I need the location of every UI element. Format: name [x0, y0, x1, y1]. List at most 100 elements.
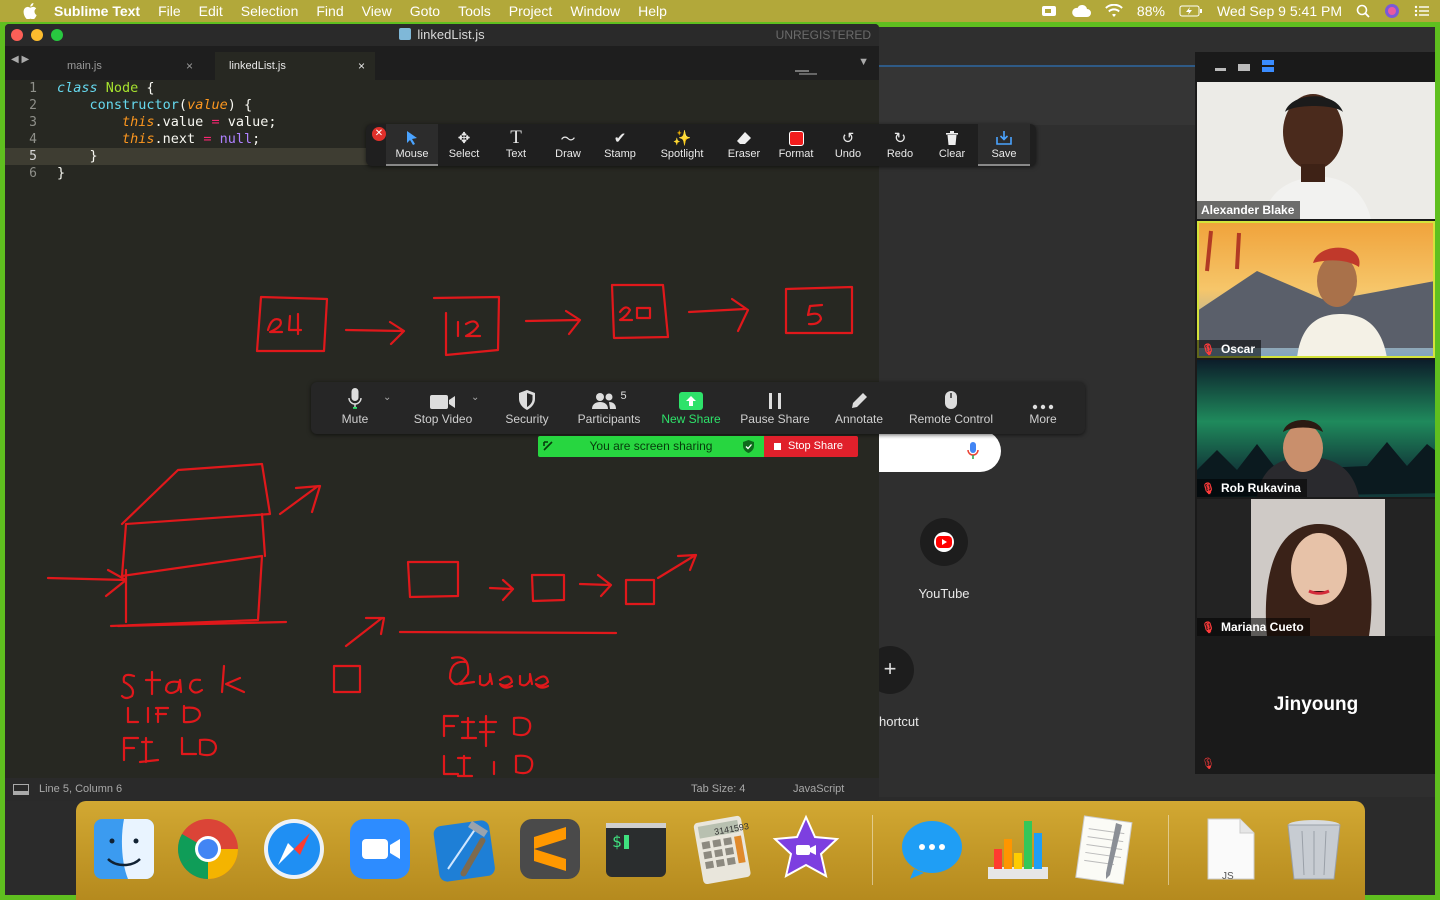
redo-icon: ↻	[893, 130, 907, 147]
battery-charging-icon[interactable]	[1179, 5, 1203, 17]
wifi-icon[interactable]	[1105, 4, 1123, 18]
code-editor[interactable]: class Node { constructor(value) { this.v…	[57, 80, 277, 182]
video-tile-alexander[interactable]: Alexander Blake	[1197, 82, 1435, 219]
tab-close-icon[interactable]: ×	[358, 52, 365, 80]
menu-clock[interactable]: Wed Sep 9 5:41 PM	[1217, 3, 1342, 19]
stop-share-button[interactable]: Stop Share	[764, 436, 858, 457]
imovie-icon[interactable]	[770, 813, 842, 885]
safari-icon[interactable]	[258, 813, 330, 885]
messages-icon[interactable]	[896, 813, 968, 885]
more-label: More	[1029, 412, 1057, 426]
terminal-icon[interactable]: $	[600, 813, 672, 885]
tool-text[interactable]: T Text	[490, 124, 542, 166]
new-share-button[interactable]: New Share	[657, 382, 725, 434]
tool-undo[interactable]: ↺ Undo	[822, 124, 874, 166]
sharing-status-pill[interactable]: You are screen sharing	[538, 436, 764, 457]
tool-format[interactable]: Format	[770, 124, 822, 166]
dock-separator	[872, 815, 873, 885]
annotate-label: Annotate	[834, 412, 884, 426]
undo-icon: ↺	[841, 130, 855, 147]
sublime-text-app-icon[interactable]	[514, 813, 586, 885]
calculator-icon[interactable]: 3141593	[686, 813, 758, 885]
video-tile-oscar[interactable]: 🎙︎ Oscar	[1197, 221, 1435, 358]
textedit-icon[interactable]	[1068, 813, 1140, 885]
stop-video-button[interactable]: Stop Video	[407, 382, 479, 434]
gallery-view-icon[interactable]	[1262, 60, 1274, 72]
apple-icon[interactable]	[20, 0, 40, 22]
trash-icon[interactable]	[1278, 813, 1350, 885]
finder-icon[interactable]	[88, 813, 160, 885]
tool-redo[interactable]: ↻ Redo	[874, 124, 926, 166]
stop-share-label: Stop Share	[788, 440, 844, 452]
video-tile-mariana[interactable]: 🎙︎ Mariana Cueto	[1197, 499, 1435, 636]
menu-window[interactable]: Window	[570, 0, 620, 22]
youtube-shortcut-tile[interactable]	[920, 518, 968, 566]
menu-find[interactable]: Find	[316, 0, 343, 22]
mute-button[interactable]: Mute	[325, 382, 385, 434]
speaker-view-icon[interactable]	[1238, 64, 1250, 71]
tool-save[interactable]: Save	[978, 124, 1030, 166]
notification-center-icon[interactable]	[1414, 5, 1430, 17]
chevron-up-icon[interactable]: ⌄	[383, 392, 391, 403]
chevron-up-icon[interactable]: ⌄	[471, 392, 479, 403]
tab-linkedlist-js[interactable]: linkedList.js ×	[215, 52, 375, 80]
tool-mouse[interactable]: Mouse	[386, 124, 438, 166]
pause-share-button[interactable]: Pause Share	[737, 382, 813, 434]
tool-spotlight[interactable]: ✨ Spotlight	[650, 124, 714, 166]
drag-handle-icon[interactable]	[542, 440, 554, 452]
tab-size-setting[interactable]: Tab Size: 4	[691, 778, 745, 801]
chrome-icon[interactable]	[172, 813, 244, 885]
tool-select[interactable]: ✥ Select	[438, 124, 490, 166]
security-button[interactable]: Security	[497, 382, 557, 434]
menu-tools[interactable]: Tools	[458, 0, 491, 22]
numbers-icon[interactable]	[982, 813, 1054, 885]
participant-name: Mariana Cueto	[1220, 620, 1304, 634]
spotlight-search-icon[interactable]	[1356, 4, 1370, 18]
remote-control-label: Remote Control	[908, 412, 994, 426]
menu-selection[interactable]: Selection	[241, 0, 299, 22]
js-file-icon[interactable]: JS	[1194, 813, 1266, 885]
macos-dock: $ 3141593 JS	[76, 801, 1365, 900]
menu-app-name[interactable]: Sublime Text	[54, 0, 140, 22]
add-shortcut-label[interactable]: hortcut	[879, 714, 919, 729]
minimize-video-icon[interactable]	[1215, 68, 1226, 71]
video-tile-jinyoung[interactable]: Jinyoung 🎙︎	[1197, 638, 1435, 774]
cloud-icon[interactable]	[1071, 4, 1091, 18]
menu-goto[interactable]: Goto	[410, 0, 440, 22]
tab-close-icon[interactable]: ×	[186, 52, 193, 80]
voice-search-mic-icon[interactable]	[967, 442, 979, 460]
plus-icon: +	[883, 656, 897, 681]
tool-stamp[interactable]: ✔ Stamp	[594, 124, 646, 166]
annotate-button[interactable]: Annotate	[827, 382, 891, 434]
google-search-box[interactable]	[879, 430, 1001, 472]
line-number: 3	[29, 115, 37, 130]
tab-main-js[interactable]: main.js ×	[53, 52, 203, 80]
zoom-app-icon[interactable]	[344, 813, 416, 885]
siri-icon[interactable]	[1384, 3, 1400, 19]
tool-draw[interactable]: 〜 Draw	[542, 124, 594, 166]
youtube-shortcut-label[interactable]: YouTube	[896, 586, 992, 601]
menu-project[interactable]: Project	[509, 0, 553, 22]
pause-share-label: Pause Share	[740, 412, 810, 426]
menu-help[interactable]: Help	[638, 0, 667, 22]
close-annotation-icon[interactable]: ✕	[372, 127, 386, 141]
tool-clear[interactable]: Clear	[926, 124, 978, 166]
menu-edit[interactable]: Edit	[199, 0, 223, 22]
tab-dropdown-icon[interactable]: ▼	[858, 56, 869, 68]
panel-toggle-icon[interactable]	[13, 784, 29, 795]
mute-label: Mute	[341, 412, 369, 426]
more-dots-icon	[1017, 382, 1069, 412]
menu-file[interactable]: File	[158, 0, 181, 22]
video-tile-rob[interactable]: 🎙︎ Rob Rukavina	[1197, 360, 1435, 497]
xcode-icon[interactable]	[428, 813, 500, 885]
syntax-setting[interactable]: JavaScript	[793, 778, 844, 801]
remote-control-button[interactable]: Remote Control	[901, 382, 1001, 434]
participants-button[interactable]: 5 Participants	[573, 382, 645, 434]
zoom-status-icon[interactable]	[1041, 4, 1057, 18]
code-line: }	[57, 148, 98, 164]
more-button[interactable]: More	[1017, 382, 1069, 434]
tool-eraser[interactable]: Eraser	[718, 124, 770, 166]
participant-name-large: Jinyoung	[1273, 694, 1359, 715]
tab-nav-arrows[interactable]: ◀ ▶	[11, 54, 29, 65]
menu-view[interactable]: View	[362, 0, 392, 22]
